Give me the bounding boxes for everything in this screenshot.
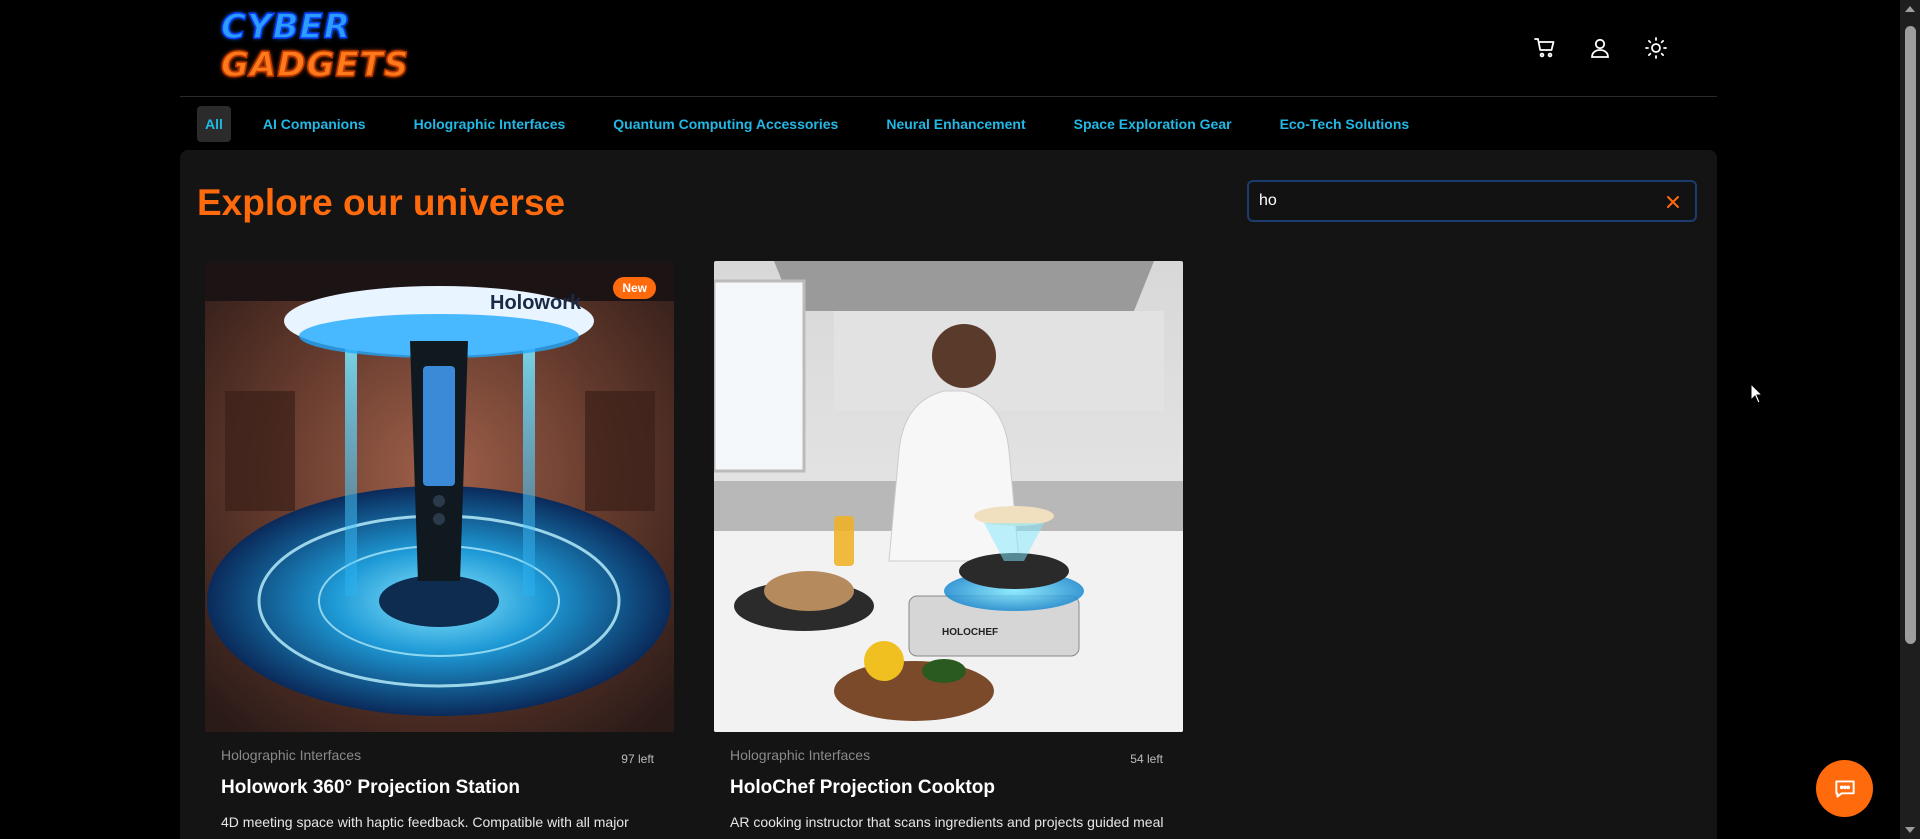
- search-box: [1247, 180, 1697, 222]
- category-neural-enhancement[interactable]: Neural Enhancement: [878, 106, 1033, 142]
- search-input[interactable]: [1259, 189, 1639, 213]
- scrollbar[interactable]: [1900, 0, 1920, 839]
- new-badge: New: [613, 277, 656, 299]
- product-category: Holographic Interfaces: [730, 747, 871, 763]
- site-header: CYBER GADGETS: [180, 0, 1717, 97]
- sun-icon[interactable]: [1642, 34, 1670, 62]
- scroll-up-icon[interactable]: [1905, 6, 1915, 12]
- category-eco-tech-solutions[interactable]: Eco-Tech Solutions: [1272, 106, 1418, 142]
- product-description: 4D meeting space with haptic feedback. C…: [221, 814, 629, 830]
- product-description: AR cooking instructor that scans ingredi…: [730, 814, 1164, 830]
- holowork-sign-text: Holowork: [490, 292, 582, 314]
- user-icon[interactable]: [1586, 34, 1614, 62]
- chat-button[interactable]: [1816, 760, 1873, 817]
- product-title[interactable]: HoloChef Projection Cooktop: [730, 777, 995, 799]
- category-ai-companions[interactable]: AI Companions: [255, 106, 374, 142]
- clear-search-button[interactable]: [1663, 192, 1683, 212]
- product-category: Holographic Interfaces: [221, 747, 362, 763]
- logo[interactable]: CYBER GADGETS: [220, 7, 410, 90]
- product-stock: 97 left: [621, 752, 654, 766]
- close-icon: [1667, 196, 1679, 208]
- cart-icon[interactable]: [1531, 34, 1559, 62]
- scroll-down-icon[interactable]: [1905, 827, 1915, 833]
- mouse-cursor-icon: [1750, 382, 1764, 410]
- products-panel: Explore our universe ho Holowork New Hol…: [180, 150, 1717, 839]
- category-space-exploration-gear[interactable]: Space Exploration Gear: [1066, 106, 1240, 142]
- category-quantum-computing-accessories[interactable]: Quantum Computing Accessories: [605, 106, 846, 142]
- product-card[interactable]: HOLOCHEF Holographic Interfaces 54 left …: [714, 261, 1183, 839]
- chat-icon: [1834, 779, 1855, 798]
- product-card[interactable]: Holowork New Holographic Interfaces 97 l…: [205, 261, 674, 839]
- page-title: Explore our universe: [197, 182, 566, 223]
- logo-line-1: CYBER: [220, 7, 351, 47]
- product-title[interactable]: Holowork 360° Projection Station: [221, 777, 520, 799]
- holochef-sign-text: HOLOCHEF: [942, 627, 998, 638]
- category-nav: All AI Companions Holographic Interfaces…: [197, 106, 1449, 142]
- scroll-thumb[interactable]: [1905, 26, 1916, 644]
- product-image[interactable]: Holowork New: [205, 261, 674, 732]
- category-all[interactable]: All: [197, 106, 231, 142]
- product-image[interactable]: HOLOCHEF: [714, 261, 1183, 732]
- category-holographic-interfaces[interactable]: Holographic Interfaces: [406, 106, 574, 142]
- logo-line-2: GADGETS: [220, 45, 410, 85]
- product-stock: 54 left: [1130, 752, 1163, 766]
